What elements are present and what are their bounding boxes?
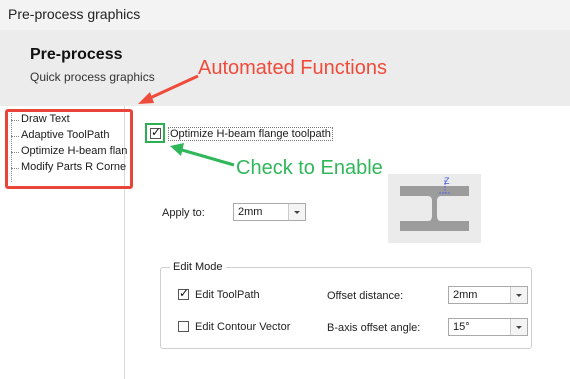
chevron-down-icon[interactable] [510, 319, 527, 335]
green-arrow-icon [170, 143, 235, 167]
apply-to-label: Apply to: [162, 207, 205, 219]
edit-toolpath-label[interactable]: Edit ToolPath [195, 289, 260, 301]
chevron-down-icon[interactable] [288, 204, 305, 220]
hbeam-icon [400, 180, 469, 231]
offset-distance-select[interactable]: 2mm [448, 286, 528, 304]
edit-contour-label[interactable]: Edit Contour Vector [195, 321, 290, 333]
optimize-hbeam-label[interactable]: Optimize H-beam flange toolpath [168, 127, 333, 141]
axis-label: Z [444, 176, 450, 186]
baxis-angle-value: 15° [453, 321, 470, 333]
chevron-down-icon[interactable] [510, 287, 527, 303]
edit-mode-group [160, 267, 532, 349]
edit-contour-checkbox[interactable] [178, 321, 189, 332]
offset-distance-label: Offset distance: [327, 290, 404, 302]
baxis-angle-select[interactable]: 15° [448, 318, 528, 336]
red-arrow-icon [138, 74, 199, 104]
apply-to-value: 2mm [238, 206, 263, 218]
edit-mode-title: Edit Mode [170, 261, 226, 273]
baxis-angle-label: B-axis offset angle: [327, 322, 421, 334]
offset-distance-value: 2mm [453, 289, 478, 301]
edit-toolpath-checkbox[interactable] [178, 286, 189, 300]
optimize-hbeam-checkbox[interactable] [150, 125, 161, 139]
hbeam-illustration: Z [388, 174, 481, 243]
apply-to-select[interactable]: 2mm [233, 203, 306, 221]
